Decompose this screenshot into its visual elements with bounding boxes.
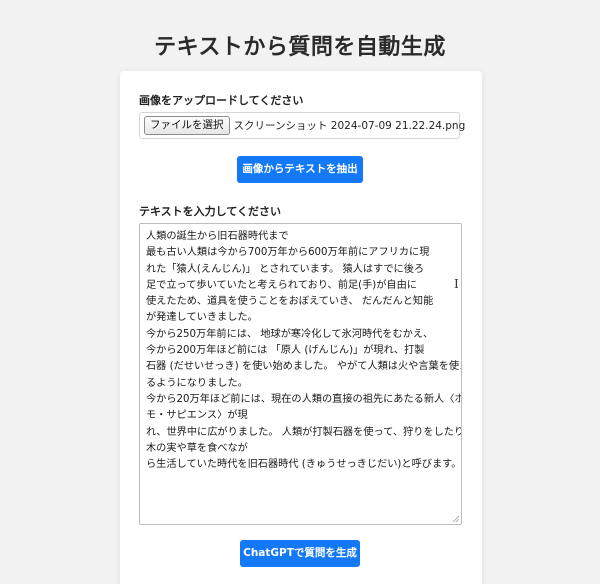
selected-file-name: スクリーンショット 2024-07-09 21.22.24.png — [233, 120, 466, 132]
i-beam-cursor-icon: I — [454, 277, 459, 291]
text-line: 今から200万年ほど前には 「原人 (げんじん)」が現れ、打製 — [146, 345, 425, 357]
text-line: が発達していきました。 — [146, 312, 258, 324]
form-card: 画像をアップロードしてください ファイルを選択 スクリーンショット 2024-0… — [120, 71, 482, 584]
page-title: テキストから質問を自動生成 — [154, 35, 446, 60]
text-line: 木の実や草を食べなが — [146, 442, 248, 454]
text-input-area[interactable]: 人類の誕生から旧石器時代まで最も古い人類は今から700万年から600万年前にアフ… — [139, 223, 462, 525]
choose-file-button[interactable]: ファイルを選択 — [144, 116, 230, 135]
generate-questions-button[interactable]: ChatGPTで質問を生成 — [240, 540, 360, 567]
text-line: モ・サピエンス〉が現 — [146, 410, 248, 422]
resize-grip-icon[interactable] — [452, 515, 460, 523]
file-input[interactable]: ファイルを選択 スクリーンショット 2024-07-09 21.22.24.pn… — [139, 112, 465, 139]
page: テキストから質問を自動生成 画像をアップロードしてください ファイルを選択 スク… — [0, 0, 600, 584]
text-input-label: テキストを入力してください — [139, 205, 282, 218]
text-content: 人類の誕生から旧石器時代まで最も古い人類は今から700万年から600万年前にアフ… — [146, 229, 462, 473]
text-line: ら生活していた時代を旧石器時代 (きゅうせっきじだい)と呼びます。 — [146, 459, 462, 471]
text-line: 使えたため、道具を使うことをおぼえていき、 だんだんと知能 — [146, 296, 434, 308]
text-line: 足で立って歩いていたと考えられており、前足(手)が自由に — [146, 279, 417, 291]
extract-text-button[interactable]: 画像からテキストを抽出 — [237, 156, 363, 183]
upload-label: 画像をアップロードしてください — [139, 94, 304, 107]
text-line: 今から250万年前には、 地球が寒冷化して氷河時代をむかえ、 — [146, 328, 434, 340]
text-line: れ、世界中に広がりました。 人類が打製石器を使って、狩りをしたり、 — [146, 426, 462, 438]
text-line: 石器 (だせいせっき) を使い始めました。 やがて人類は火や言葉を使え — [146, 361, 462, 373]
text-line: るようになりました。 — [146, 377, 248, 389]
text-line: 人類の誕生から旧石器時代まで — [146, 231, 289, 242]
text-line: 今から20万年ほど前には、現在の人類の直接の祖先にあたる新人〈ホ — [146, 393, 462, 405]
text-line: 最も古い人類は今から700万年から600万年前にアフリカに現 — [146, 247, 430, 259]
text-line: れた「猿人(えんじん)」 とされています。 猿人はすでに後ろ — [146, 263, 425, 275]
